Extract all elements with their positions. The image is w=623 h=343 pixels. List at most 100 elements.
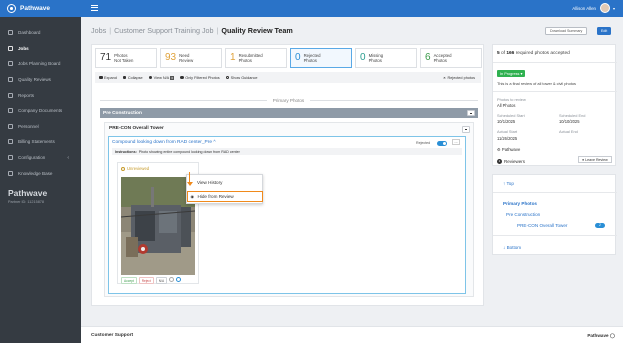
sidebar-item-label: Reports: [18, 92, 35, 98]
rejected-label: Rejected: [416, 141, 431, 145]
stat-label: Not Taken: [114, 58, 134, 63]
more-options-button[interactable]: ...: [452, 139, 460, 145]
photo-actions: Accept Reject N/A: [121, 277, 182, 284]
review-summary-panel: 5 of 166 required photos accepted In Pro…: [492, 44, 617, 166]
reports-icon: [8, 92, 13, 98]
status-badge: Unreviewed: [121, 166, 149, 171]
sidebar-item-configuration[interactable]: Configuration ‹: [0, 150, 81, 166]
rejected-photos-filter[interactable]: × Rejected photos: [443, 76, 475, 80]
view-na-label: View N/A: [153, 75, 170, 80]
only-filtered-photos-button[interactable]: Only Filtered Photos: [180, 75, 220, 80]
sidebar-item-label: Billing Statements: [18, 139, 55, 145]
sidebar-item-reports[interactable]: Reports: [0, 87, 81, 103]
filter-icon: [180, 75, 184, 80]
outline-pre-construction[interactable]: Pre Construction: [506, 212, 540, 217]
partner-id: Partner ID: 11215878: [8, 200, 45, 204]
reject-button[interactable]: Reject: [138, 277, 154, 284]
leave-review-button[interactable]: ● Leave Review: [578, 156, 612, 163]
breadcrumb-job[interactable]: Customer Support Training Job: [114, 26, 213, 35]
menu-icon[interactable]: [91, 5, 98, 11]
expand-button[interactable]: Expand: [99, 76, 117, 80]
stat-number: 93: [165, 52, 177, 63]
stat-missing[interactable]: 0 Missing Photos: [355, 48, 417, 68]
user-menu[interactable]: Allison Allen ▾: [572, 3, 615, 13]
rejected-toggle[interactable]: [437, 140, 447, 146]
chevron-down-icon: ▾: [520, 72, 523, 76]
view-history-menu-item[interactable]: View History: [187, 177, 262, 188]
expand-label: Expand: [104, 75, 117, 80]
download-summary-button[interactable]: Download Summary: [545, 27, 588, 35]
scheduled-start-value: 10/1/2025: [497, 119, 516, 124]
info-icon[interactable]: [176, 277, 182, 282]
photo-title-link[interactable]: Compound looking down from RAD center_Pr…: [112, 140, 216, 145]
stat-accepted[interactable]: 6 Accepted Photos: [420, 48, 482, 68]
billing-icon: [8, 139, 13, 145]
sidebar-item-dashboard[interactable]: Dashboard: [0, 25, 81, 41]
edit-button[interactable]: Edit: [597, 27, 612, 35]
clock-icon: [121, 166, 125, 171]
stat-not-taken[interactable]: 71 Photos Not Taken: [95, 48, 157, 68]
show-guidance-button[interactable]: Show Guidance: [225, 75, 257, 80]
comment-icon[interactable]: [169, 277, 175, 282]
outline-bottom-link[interactable]: ↓ Bottom: [503, 245, 521, 250]
footer-customer-support[interactable]: Customer Support: [91, 333, 133, 338]
hide-from-review-menu-item[interactable]: ◉ Hide from Review: [186, 191, 263, 202]
close-icon[interactable]: ×: [443, 76, 445, 80]
divider: [493, 91, 617, 92]
sidebar-item-label: Jobs Planning Board: [18, 61, 61, 67]
photo-requirement-card: Compound looking down from RAD center_Pr…: [108, 136, 466, 294]
collapse-subsection-button[interactable]: [462, 126, 470, 133]
outline-overall-tower[interactable]: PRE-CON Overall Tower: [517, 223, 567, 228]
sidebar-item-quality-reviews[interactable]: Quality Reviews: [0, 72, 81, 88]
scheduled-end-label: Scheduled End: [559, 113, 586, 118]
photo-thumbnail[interactable]: [121, 177, 195, 275]
org-name: Pathwave: [8, 188, 48, 198]
info-icon: [225, 75, 230, 80]
na-button[interactable]: N/A: [155, 277, 168, 284]
divider: [493, 235, 617, 236]
sidebar-item-label: Company Documents: [18, 108, 63, 114]
status-label: Unreviewed: [127, 166, 150, 171]
review-note: This is a final review of all tower & ci…: [497, 81, 576, 86]
pathwave-logo-icon: ◯: [609, 333, 615, 338]
section-title: Pre Construction: [103, 110, 142, 116]
sidebar-item-jobs[interactable]: Jobs: [0, 41, 81, 57]
sidebar-item-personnel[interactable]: Personnel: [0, 119, 81, 135]
chevron-down-icon: ▾: [612, 5, 615, 11]
footer-brand: Pathwave ◯: [587, 333, 615, 339]
sidebar-item-jobs-planning-board[interactable]: Jobs Planning Board: [0, 56, 81, 72]
brand-header[interactable]: Pathwave: [0, 0, 81, 17]
sidebar-item-billing-statements[interactable]: Billing Statements: [0, 134, 81, 150]
sidebar-item-knowledge-base[interactable]: Knowledge Base: [0, 165, 81, 181]
collapse-button[interactable]: Collapse: [122, 76, 143, 80]
board-icon: [8, 61, 13, 67]
sidebar-item-label: Knowledge Base: [18, 170, 53, 176]
pathwave-logo-icon: [7, 4, 16, 13]
sidebar-item-label: Quality Reviews: [18, 77, 51, 83]
stat-resubmitted[interactable]: 1 Resubmitted Photos: [225, 48, 287, 68]
sidebar-item-label: Personnel: [18, 123, 39, 129]
outline-primary-photos[interactable]: Primary Photos: [503, 201, 537, 206]
view-na-count: 0: [170, 75, 175, 80]
summary-text: required photos accepted: [514, 51, 570, 56]
collapse-section-button[interactable]: [467, 109, 475, 116]
accept-button[interactable]: Accept: [121, 277, 137, 284]
sidebar-nav: Dashboard Jobs Jobs Planning Board Quali…: [0, 25, 81, 181]
brand-name: Pathwave: [20, 5, 50, 12]
stat-rejected[interactable]: 0 Rejected Photos: [290, 48, 352, 68]
outline-top-link[interactable]: ↑ Top: [503, 181, 514, 186]
primary-photos-heading: Primary Photos: [92, 98, 485, 103]
photo-toolbar: Expand Collapse View N/A 0 Only Filtered …: [95, 72, 481, 83]
stat-number: 0: [295, 52, 301, 63]
section-pre-construction[interactable]: Pre Construction: [100, 108, 478, 118]
stat-need-review[interactable]: 93 Need Review: [160, 48, 222, 68]
jobs-icon: [8, 45, 13, 51]
breadcrumb-jobs[interactable]: Jobs: [91, 26, 106, 35]
sidebar-item-company-documents[interactable]: Company Documents: [0, 103, 81, 119]
stat-number: 71: [100, 52, 112, 63]
view-na-button[interactable]: View N/A 0: [148, 75, 175, 80]
stat-number: 6: [425, 52, 431, 63]
expand-icon: [99, 75, 103, 80]
status-dropdown[interactable]: In Progress ▾: [497, 70, 526, 77]
divider: [493, 192, 617, 193]
